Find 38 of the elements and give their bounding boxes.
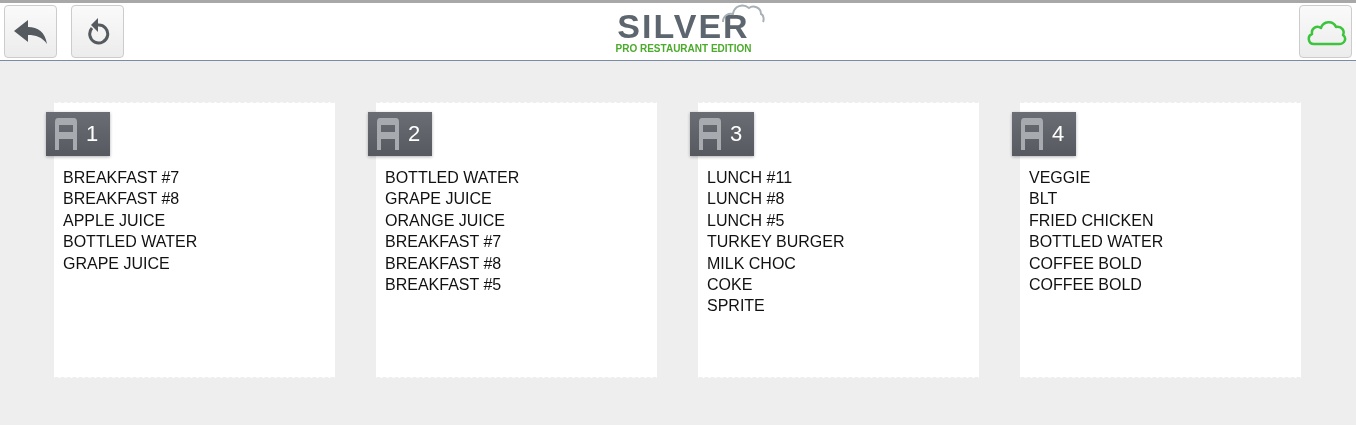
order-item[interactable]: BOTTLED WATER <box>63 231 335 253</box>
order-item[interactable]: BLT <box>1029 188 1301 210</box>
order-item[interactable]: VEGGIE <box>1029 167 1301 189</box>
refresh-button[interactable] <box>71 5 124 58</box>
chair-icon <box>698 118 722 150</box>
order-item[interactable]: BREAKFAST #7 <box>385 231 657 253</box>
order-item[interactable]: LUNCH #8 <box>707 188 979 210</box>
seat-number: 3 <box>730 121 743 147</box>
order-item[interactable]: BOTTLED WATER <box>1029 231 1301 253</box>
seat-number: 1 <box>86 121 99 147</box>
seat-number: 2 <box>408 121 421 147</box>
order-item[interactable]: BREAKFAST #7 <box>63 167 335 189</box>
order-item[interactable]: COKE <box>707 274 979 296</box>
refresh-icon <box>85 16 110 47</box>
seat-number: 4 <box>1052 121 1065 147</box>
order-item[interactable]: LUNCH #11 <box>707 167 979 189</box>
order-item[interactable]: GRAPE JUICE <box>385 188 657 210</box>
order-item[interactable]: BREAKFAST #8 <box>385 252 657 275</box>
back-arrow-icon <box>13 19 48 44</box>
order-item[interactable]: APPLE JUICE <box>63 209 335 232</box>
chair-icon <box>1020 118 1044 150</box>
chair-icon <box>376 118 400 150</box>
order-item[interactable]: COFFEE BOLD <box>1029 274 1301 296</box>
chair-icon <box>54 118 78 150</box>
order-item[interactable]: COFFEE BOLD <box>1029 252 1301 275</box>
order-item[interactable]: BOTTLED WATER <box>385 167 657 189</box>
order-item[interactable]: ORANGE JUICE <box>385 209 657 232</box>
back-button[interactable] <box>4 5 57 58</box>
order-item[interactable]: TURKEY BURGER <box>707 231 979 253</box>
logo-title: SILVER <box>617 8 750 43</box>
order-item[interactable]: BREAKFAST #8 <box>63 188 335 210</box>
logo-subtitle: PRO RESTAURANT EDITION <box>615 42 752 55</box>
order-item[interactable]: LUNCH #5 <box>707 209 979 232</box>
order-item[interactable]: BREAKFAST #5 <box>385 274 657 296</box>
order-item[interactable]: FRIED CHICKEN <box>1029 209 1301 232</box>
order-item[interactable]: GRAPE JUICE <box>63 252 335 275</box>
order-item[interactable]: MILK CHOC <box>707 252 979 275</box>
order-item[interactable]: SPRITE <box>707 295 979 317</box>
